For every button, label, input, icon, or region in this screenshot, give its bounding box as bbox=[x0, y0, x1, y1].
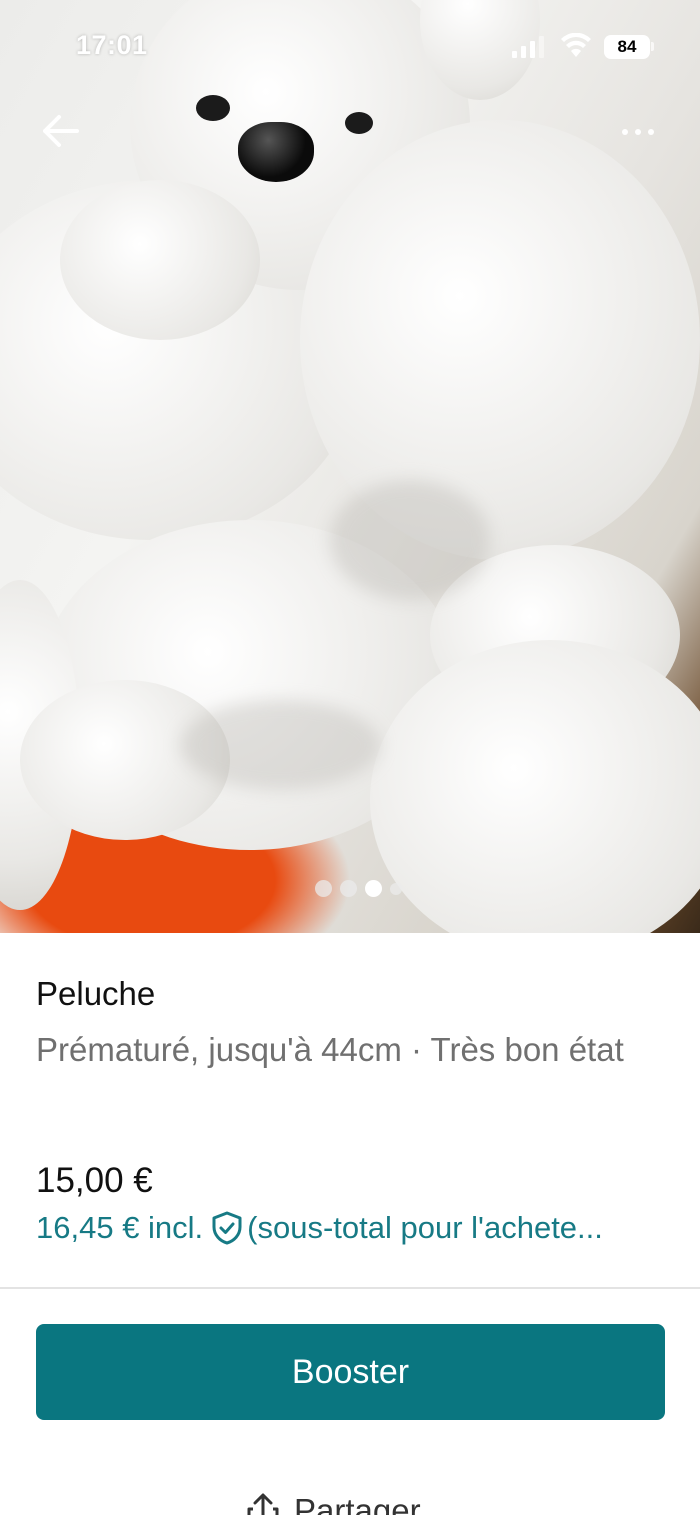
listing-subtitle: Prématuré, jusqu'à 44cm · Très bon état bbox=[36, 1031, 624, 1068]
wifi-icon bbox=[561, 33, 591, 57]
cellular-signal-icon bbox=[512, 36, 544, 58]
more-horizontal-icon bbox=[622, 129, 628, 135]
page-dot[interactable] bbox=[315, 880, 332, 897]
shield-check-icon bbox=[211, 1211, 243, 1245]
battery-cap bbox=[651, 42, 654, 51]
page-dot[interactable] bbox=[390, 882, 402, 895]
listing-price: 15,00 € bbox=[36, 1161, 153, 1200]
arrow-left-icon bbox=[43, 115, 79, 147]
battery-level: 84 bbox=[617, 37, 637, 56]
buyer-protection-price[interactable]: 16,45 € incl. (sous-total pour l'achete.… bbox=[36, 1210, 676, 1246]
listing-title: Peluche bbox=[36, 975, 156, 1012]
listing-photo[interactable] bbox=[0, 0, 700, 933]
price-incl-amount: 16,45 € incl. bbox=[36, 1210, 204, 1245]
more-dot bbox=[635, 129, 641, 135]
more-options-button[interactable] bbox=[610, 112, 666, 152]
share-icon bbox=[247, 1493, 279, 1515]
price-incl-note: (sous-total pour l'achete... bbox=[247, 1210, 603, 1245]
status-time: 17:01 bbox=[76, 30, 148, 60]
gallery-pagination bbox=[315, 880, 402, 897]
back-button[interactable] bbox=[38, 108, 84, 154]
share-button[interactable]: Partager bbox=[246, 1492, 421, 1515]
share-label: Partager bbox=[294, 1492, 421, 1515]
divider bbox=[0, 1287, 700, 1289]
page-dot[interactable] bbox=[340, 880, 357, 897]
page-dot-active[interactable] bbox=[365, 880, 382, 897]
booster-button[interactable]: Booster bbox=[36, 1324, 665, 1420]
listing-details: Peluche Prématuré, jusqu'à 44cm · Très b… bbox=[36, 972, 666, 1075]
battery-icon: 84 bbox=[604, 35, 650, 59]
status-bar: 17:01 84 bbox=[0, 0, 700, 95]
more-dot bbox=[648, 129, 654, 135]
